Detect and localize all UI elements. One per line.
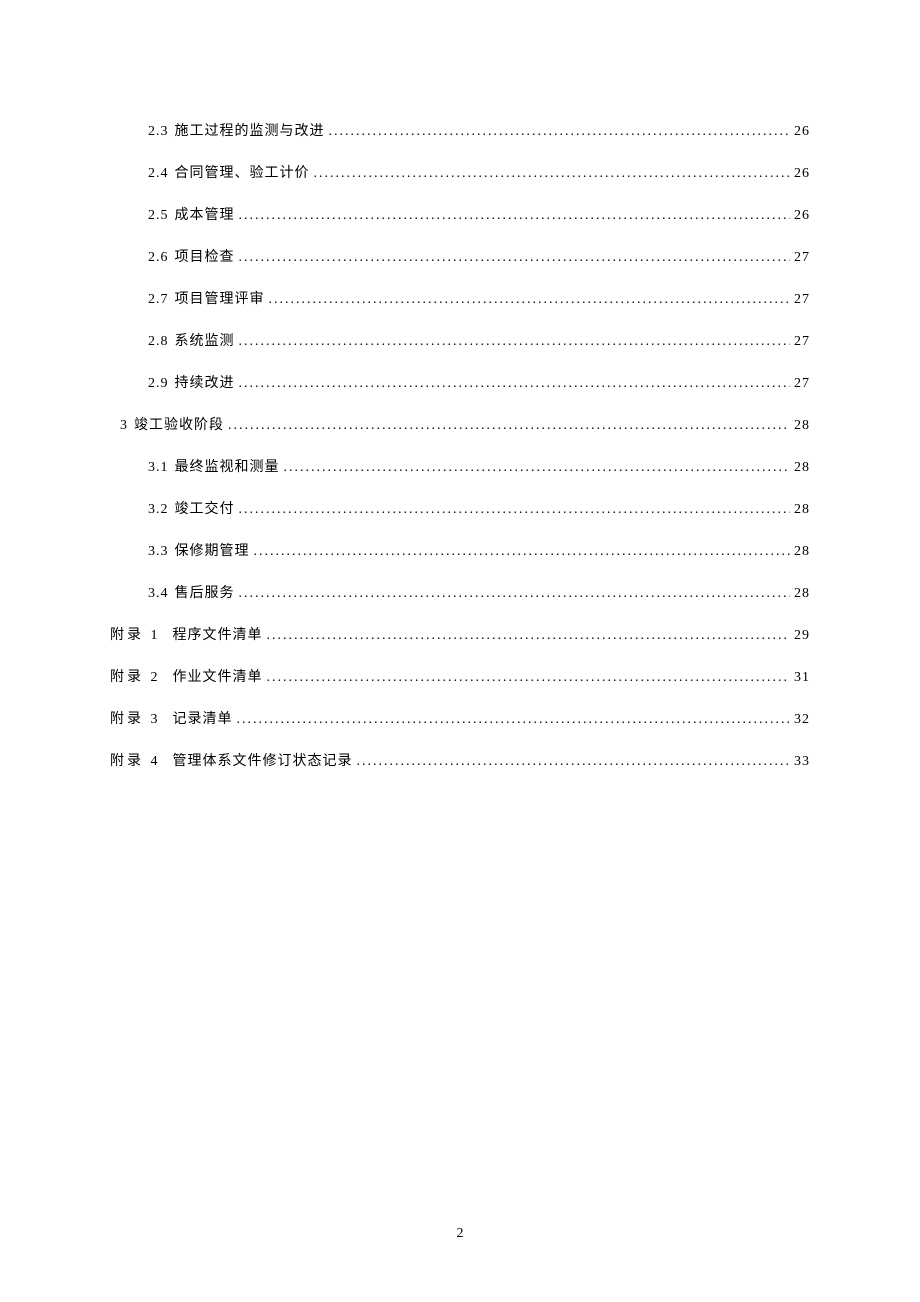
- toc-title: 项目管理评审: [175, 288, 265, 308]
- appendix-label: 附录 4: [110, 750, 161, 770]
- toc-number: 2.7: [148, 292, 169, 308]
- toc-entry: 2.5 成本管理 ...............................…: [110, 204, 810, 224]
- toc-title: 合同管理、验工计价: [175, 162, 310, 182]
- toc-number: 3.1: [148, 460, 169, 476]
- table-of-contents: 2.3 施工过程的监测与改进 .........................…: [110, 120, 810, 770]
- page-number: 2: [0, 1226, 920, 1242]
- toc-page-number: 32: [794, 712, 810, 728]
- toc-page-number: 29: [794, 628, 810, 644]
- toc-number: 3.3: [148, 544, 169, 560]
- toc-leader-dots: ........................................…: [239, 586, 791, 602]
- toc-page-number: 26: [794, 208, 810, 224]
- toc-page-number: 27: [794, 292, 810, 308]
- toc-leader-dots: ........................................…: [269, 292, 791, 308]
- appendix-title: 管理体系文件修订状态记录: [173, 750, 353, 770]
- toc-leader-dots: ........................................…: [239, 334, 791, 350]
- toc-page-number: 28: [794, 544, 810, 560]
- appendix-title: 记录清单: [173, 708, 233, 728]
- toc-number: 3: [120, 418, 128, 434]
- toc-leader-dots: ........................................…: [254, 544, 791, 560]
- appendix-label: 附录 3: [110, 708, 161, 728]
- toc-page-number: 27: [794, 376, 810, 392]
- toc-leader-dots: ........................................…: [237, 712, 791, 728]
- toc-title: 竣工交付: [175, 498, 235, 518]
- toc-entry: 2.3 施工过程的监测与改进 .........................…: [110, 120, 810, 140]
- toc-title: 成本管理: [175, 204, 235, 224]
- toc-number: 2.4: [148, 166, 169, 182]
- toc-page-number: 31: [794, 670, 810, 686]
- toc-leader-dots: ........................................…: [284, 460, 791, 476]
- toc-title: 最终监视和测量: [175, 456, 280, 476]
- toc-title: 保修期管理: [175, 540, 250, 560]
- toc-entry: 3.2 竣工交付 ...............................…: [110, 498, 810, 518]
- toc-leader-dots: ........................................…: [239, 250, 791, 266]
- toc-number: 2.8: [148, 334, 169, 350]
- toc-page-number: 27: [794, 250, 810, 266]
- toc-page-number: 27: [794, 334, 810, 350]
- toc-title: 系统监测: [175, 330, 235, 350]
- document-page: 2.3 施工过程的监测与改进 .........................…: [0, 0, 920, 770]
- toc-title: 售后服务: [175, 582, 235, 602]
- toc-entry: 2.7 项目管理评审 .............................…: [110, 288, 810, 308]
- toc-title: 施工过程的监测与改进: [175, 120, 325, 140]
- toc-leader-dots: ........................................…: [239, 376, 791, 392]
- toc-page-number: 26: [794, 124, 810, 140]
- toc-page-number: 28: [794, 502, 810, 518]
- toc-number: 2.9: [148, 376, 169, 392]
- toc-entry: 2.6 项目检查 ...............................…: [110, 246, 810, 266]
- toc-leader-dots: ........................................…: [228, 418, 790, 434]
- toc-leader-dots: ........................................…: [239, 502, 791, 518]
- toc-number: 2.3: [148, 124, 169, 140]
- toc-appendix-entry: 附录 4 管理体系文件修订状态记录 ......................…: [110, 750, 810, 770]
- toc-appendix-entry: 附录 2 作业文件清单 ............................…: [110, 666, 810, 686]
- appendix-title: 作业文件清单: [173, 666, 263, 686]
- toc-title: 持续改进: [175, 372, 235, 392]
- toc-appendix-entry: 附录 3 记录清单 ..............................…: [110, 708, 810, 728]
- toc-leader-dots: ........................................…: [357, 754, 791, 770]
- toc-leader-dots: ........................................…: [239, 208, 791, 224]
- appendix-label: 附录 1: [110, 624, 161, 644]
- toc-leader-dots: ........................................…: [267, 670, 791, 686]
- toc-entry: 3.1 最终监视和测量 ............................…: [110, 456, 810, 476]
- toc-entry: 3.3 保修期管理 ..............................…: [110, 540, 810, 560]
- toc-title: 项目检查: [175, 246, 235, 266]
- toc-entry: 2.4 合同管理、验工计价 ..........................…: [110, 162, 810, 182]
- toc-entry: 3.4 售后服务 ...............................…: [110, 582, 810, 602]
- toc-page-number: 26: [794, 166, 810, 182]
- toc-page-number: 33: [794, 754, 810, 770]
- appendix-title: 程序文件清单: [173, 624, 263, 644]
- toc-entry: 2.9 持续改进 ...............................…: [110, 372, 810, 392]
- toc-entry: 2.8 系统监测 ...............................…: [110, 330, 810, 350]
- appendix-label: 附录 2: [110, 666, 161, 686]
- toc-leader-dots: ........................................…: [329, 124, 791, 140]
- toc-page-number: 28: [794, 418, 810, 434]
- toc-page-number: 28: [794, 586, 810, 602]
- toc-number: 3.2: [148, 502, 169, 518]
- toc-number: 2.6: [148, 250, 169, 266]
- toc-number: 2.5: [148, 208, 169, 224]
- toc-title: 竣工验收阶段: [134, 414, 224, 434]
- toc-entry: 3 竣工验收阶段 ...............................…: [110, 414, 810, 434]
- toc-page-number: 28: [794, 460, 810, 476]
- toc-number: 3.4: [148, 586, 169, 602]
- toc-leader-dots: ........................................…: [267, 628, 791, 644]
- toc-leader-dots: ........................................…: [314, 166, 791, 182]
- toc-appendix-entry: 附录 1 程序文件清单 ............................…: [110, 624, 810, 644]
